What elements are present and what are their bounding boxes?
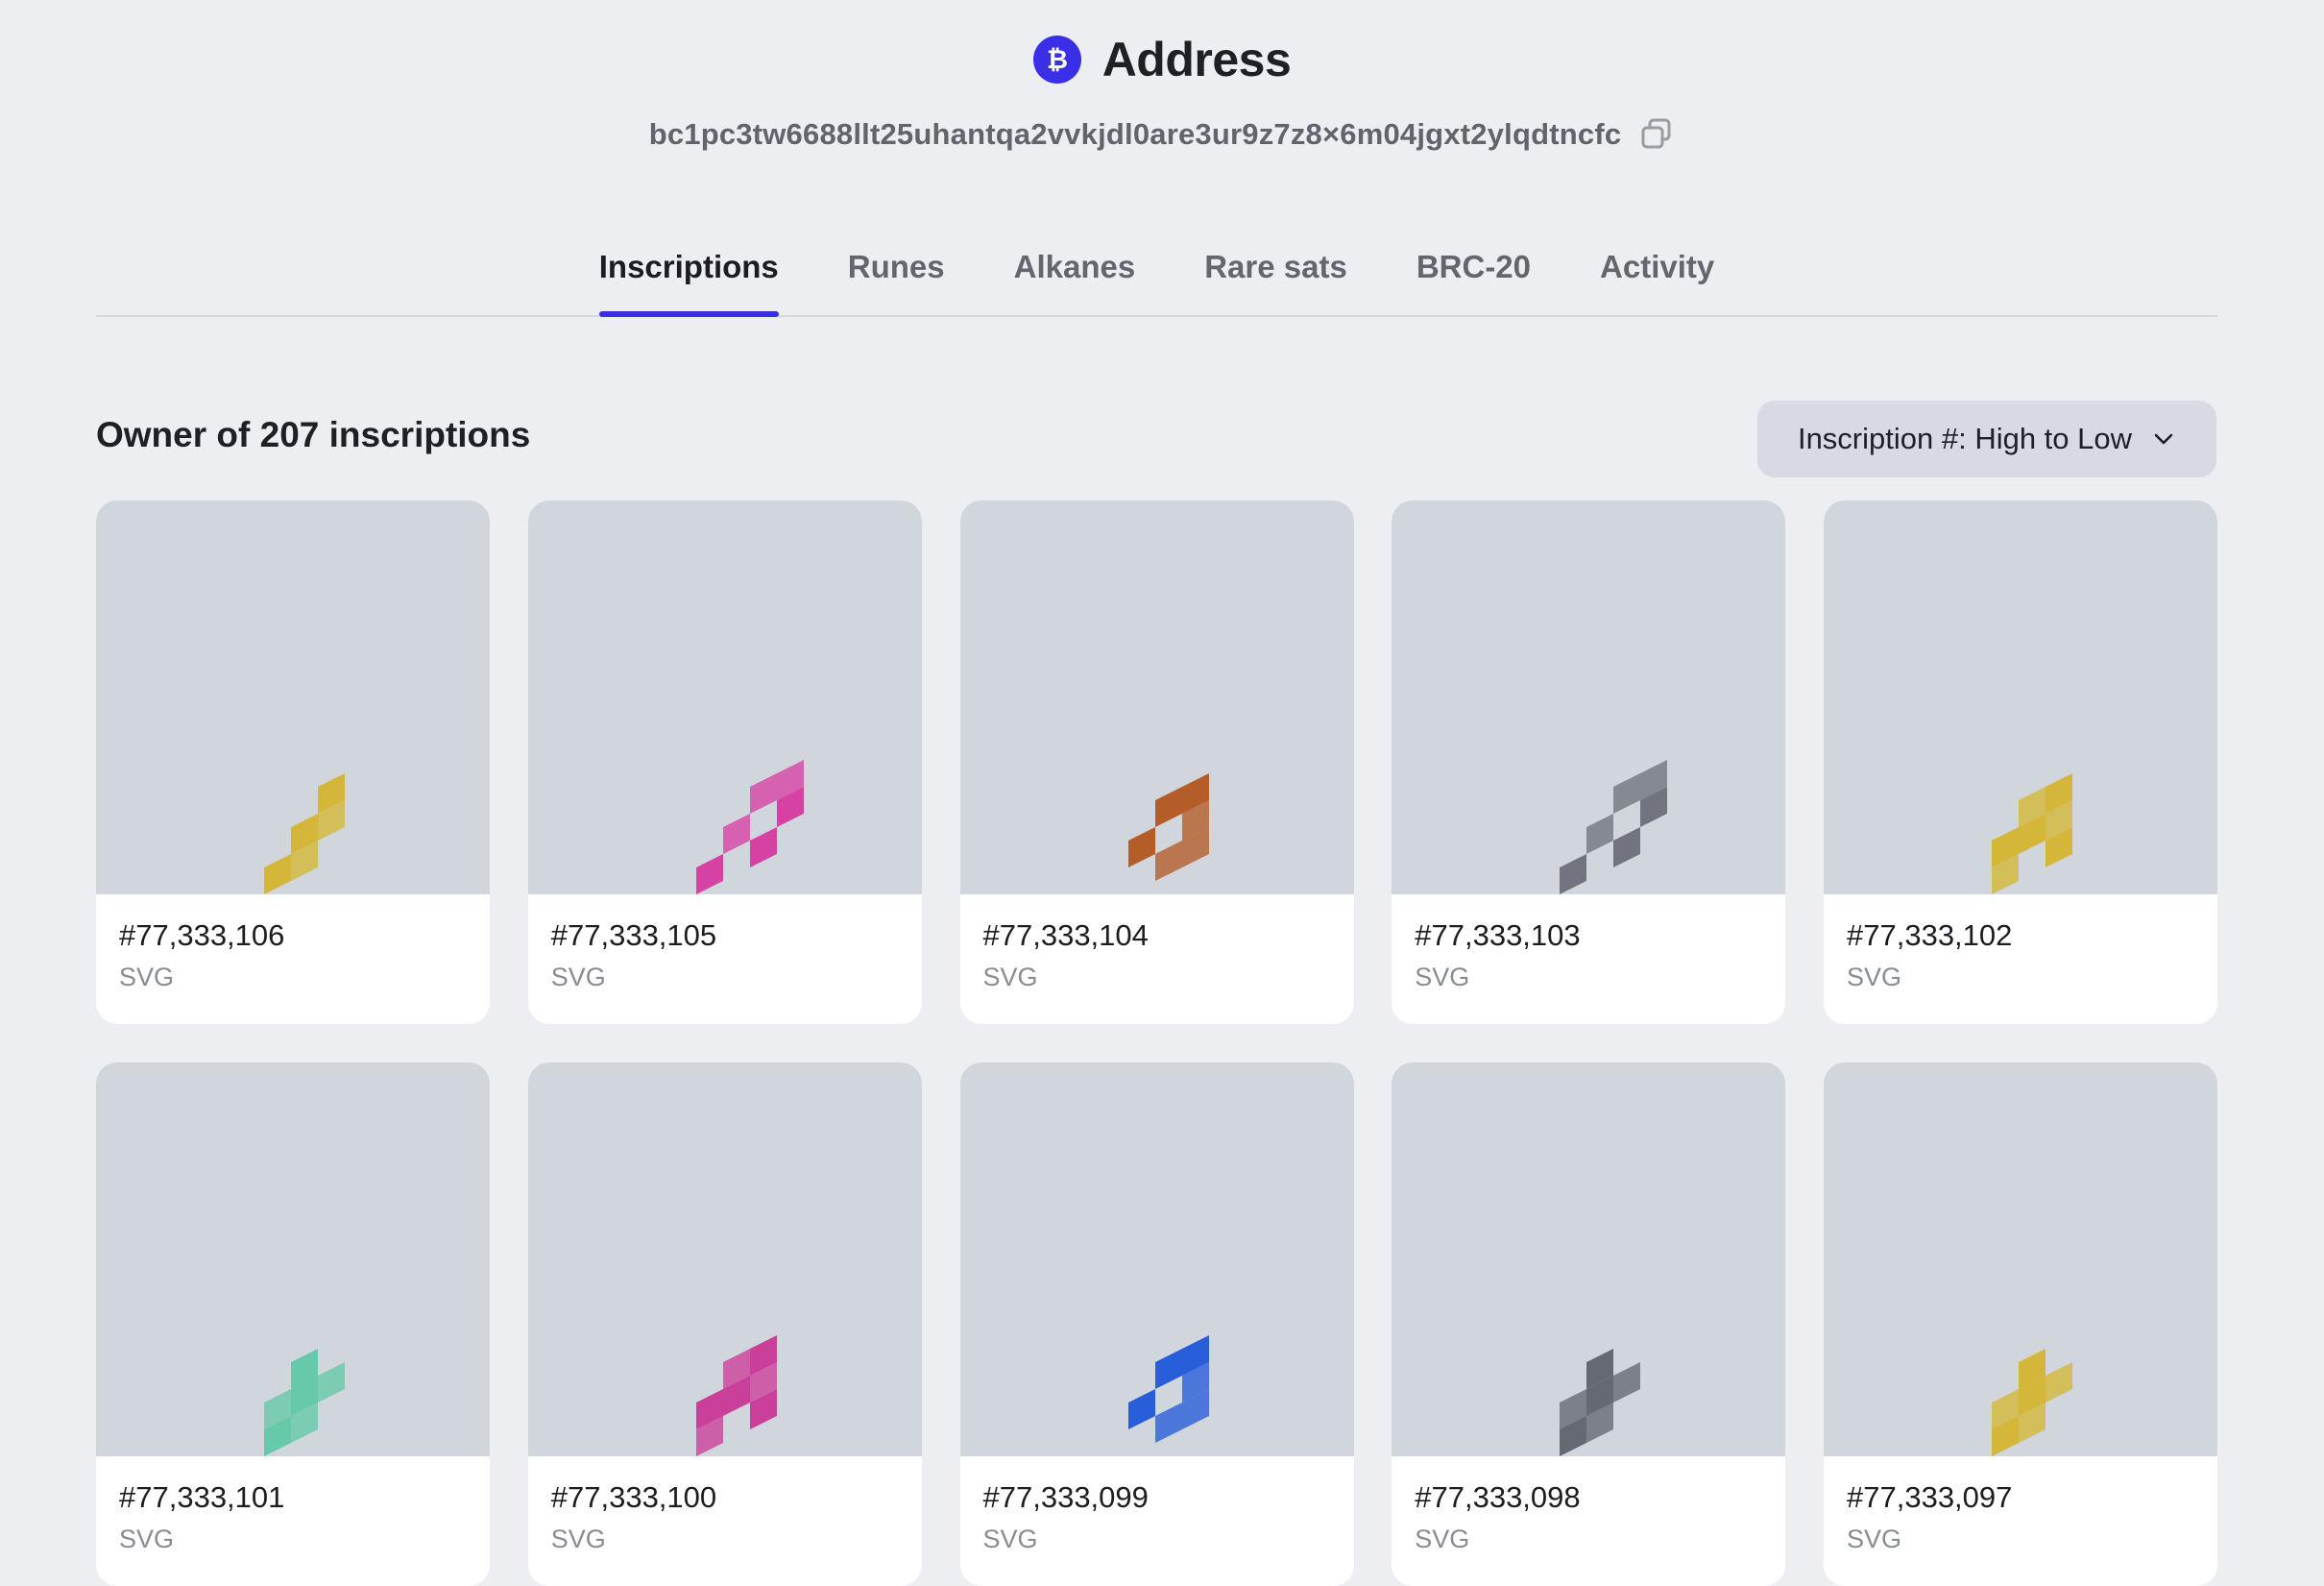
- inscription-card[interactable]: #77,333,105 SVG: [527, 500, 922, 1024]
- svg-text:₿: ₿: [1047, 45, 1068, 75]
- inscription-preview: [1392, 1062, 1786, 1456]
- title-row: ₿ Address: [0, 29, 2324, 90]
- inscription-info: #77,333,098 SVG: [1392, 1456, 1785, 1554]
- tab-inscriptions[interactable]: Inscriptions: [598, 242, 779, 317]
- inscription-info: #77,333,103 SVG: [1392, 894, 1785, 992]
- pixel-art-image: [695, 1335, 777, 1456]
- inscription-grid: #77,333,106 SVG #77,333,105 SVG #77,333,104 S…: [96, 500, 2217, 1586]
- pixel-cell: [1127, 827, 1155, 867]
- inscription-type: SVG: [119, 963, 175, 991]
- inscription-card[interactable]: #77,333,106 SVG: [96, 500, 490, 1024]
- inscription-card[interactable]: #77,333,104 SVG: [959, 500, 1354, 1024]
- inscription-type: SVG: [550, 963, 606, 991]
- tab-rare-sats[interactable]: Rare sats: [1204, 242, 1347, 315]
- pixel-art-image: [1992, 773, 2072, 894]
- pixel-art-image: [264, 773, 345, 894]
- inscription-number: #77,333,104: [982, 918, 1149, 952]
- pixel-art-image: [1560, 760, 1668, 894]
- inscription-type: SVG: [550, 1525, 606, 1553]
- inscription-info: #77,333,099 SVG: [960, 1456, 1354, 1554]
- pixel-cell: [1154, 1349, 1182, 1389]
- inscription-preview: [96, 500, 490, 894]
- inscription-number: #77,333,101: [119, 1480, 285, 1514]
- address-text: bc1pc3tw6688llt25uhantqa2vvkjdl0are3ur9z…: [648, 117, 1622, 151]
- inscription-preview: [96, 1062, 490, 1456]
- inscription-number: #77,333,098: [1415, 1480, 1581, 1514]
- pixel-cell: [1613, 1362, 1641, 1403]
- inscription-card[interactable]: #77,333,102 SVG: [1824, 500, 2217, 1024]
- inscription-type: SVG: [982, 963, 1038, 991]
- tab-alkanes[interactable]: Alkanes: [1014, 242, 1136, 315]
- inscription-card[interactable]: #77,333,103 SVG: [1392, 500, 1786, 1024]
- inscription-number: #77,333,102: [1847, 918, 2013, 952]
- inscription-type: SVG: [982, 1525, 1038, 1553]
- copy-icon[interactable]: [1638, 116, 1675, 153]
- inscription-preview: [959, 1062, 1354, 1456]
- inscription-info: #77,333,102 SVG: [1824, 894, 2217, 992]
- inscription-card[interactable]: #77,333,099 SVG: [959, 1062, 1354, 1586]
- inscription-type: SVG: [1415, 1525, 1470, 1553]
- inscription-type: SVG: [1415, 963, 1470, 991]
- inscription-info: #77,333,105 SVG: [528, 894, 922, 992]
- inscription-info: #77,333,104 SVG: [960, 894, 1354, 992]
- inscription-preview: [1392, 500, 1786, 894]
- inscription-type: SVG: [1847, 963, 1902, 991]
- pixel-cell: [722, 814, 750, 854]
- pixel-art-image: [1992, 1349, 2072, 1456]
- pixel-cell: [749, 773, 777, 814]
- pixel-cell: [749, 827, 777, 867]
- inscription-card[interactable]: #77,333,101 SVG: [96, 1062, 490, 1586]
- inscription-info: #77,333,101 SVG: [96, 1456, 490, 1554]
- owner-count-label: Owner of 207 inscriptions: [96, 415, 531, 454]
- inscription-card[interactable]: #77,333,098 SVG: [1392, 1062, 1786, 1586]
- sort-dropdown[interactable]: Inscription #: High to Low: [1757, 401, 2216, 477]
- inscription-number: #77,333,099: [982, 1480, 1149, 1514]
- inscription-type: SVG: [1847, 1525, 1902, 1553]
- inscription-card[interactable]: #77,333,100 SVG: [527, 1062, 922, 1586]
- address-row: bc1pc3tw6688llt25uhantqa2vvkjdl0are3ur9z…: [0, 113, 2324, 156]
- inscription-number: #77,333,100: [550, 1480, 717, 1514]
- pixel-cell: [264, 854, 291, 894]
- tab-brc20[interactable]: BRC-20: [1416, 242, 1531, 315]
- inscription-number: #77,333,105: [550, 918, 717, 952]
- pixel-cell: [1613, 827, 1641, 867]
- pixel-cell: [1613, 773, 1641, 814]
- inscription-info: #77,333,106 SVG: [96, 894, 490, 992]
- inscription-type: SVG: [119, 1525, 175, 1553]
- inscription-preview: [527, 1062, 922, 1456]
- pixel-art-image: [1560, 1349, 1641, 1456]
- inscription-number: #77,333,097: [1847, 1480, 2013, 1514]
- tab-bar: Inscriptions Runes Alkanes Rare sats BRC…: [96, 242, 2217, 317]
- inscription-info: #77,333,100 SVG: [528, 1456, 922, 1554]
- inscription-number: #77,333,106: [119, 918, 285, 952]
- pixel-art-image: [264, 1349, 345, 1456]
- inscription-preview: [527, 500, 922, 894]
- inscription-info: #77,333,097 SVG: [1824, 1456, 2217, 1554]
- pixel-cell: [1560, 854, 1587, 894]
- pixel-cell: [695, 854, 723, 894]
- pixel-cell: [318, 1362, 345, 1403]
- pixel-art-image: [1127, 1335, 1209, 1443]
- inscription-preview: [1824, 1062, 2217, 1456]
- sort-label: Inscription #: High to Low: [1797, 422, 2133, 455]
- pixel-cell: [2046, 1362, 2072, 1403]
- tab-runes[interactable]: Runes: [848, 242, 945, 315]
- pixel-cell: [1154, 787, 1182, 827]
- inscription-number: #77,333,103: [1415, 918, 1581, 952]
- inscription-preview: [1824, 500, 2217, 894]
- pixel-cell: [1127, 1389, 1155, 1429]
- address-header: ₿ Address bc1pc3tw6688llt25uhantqa2vvkjd…: [0, 29, 2324, 156]
- tab-activity[interactable]: Activity: [1600, 242, 1714, 315]
- pixel-cell: [1586, 814, 1614, 854]
- chevron-down-icon: [2154, 433, 2173, 445]
- pixel-art-image: [1127, 773, 1209, 881]
- bitcoin-icon: ₿: [1032, 36, 1081, 84]
- pixel-cell: [1154, 841, 1182, 881]
- pixel-art-image: [695, 760, 804, 894]
- pixel-cell: [1154, 1403, 1182, 1443]
- inscription-preview: [959, 500, 1354, 894]
- inscription-card[interactable]: #77,333,097 SVG: [1824, 1062, 2217, 1586]
- page-title: Address: [1101, 33, 1292, 86]
